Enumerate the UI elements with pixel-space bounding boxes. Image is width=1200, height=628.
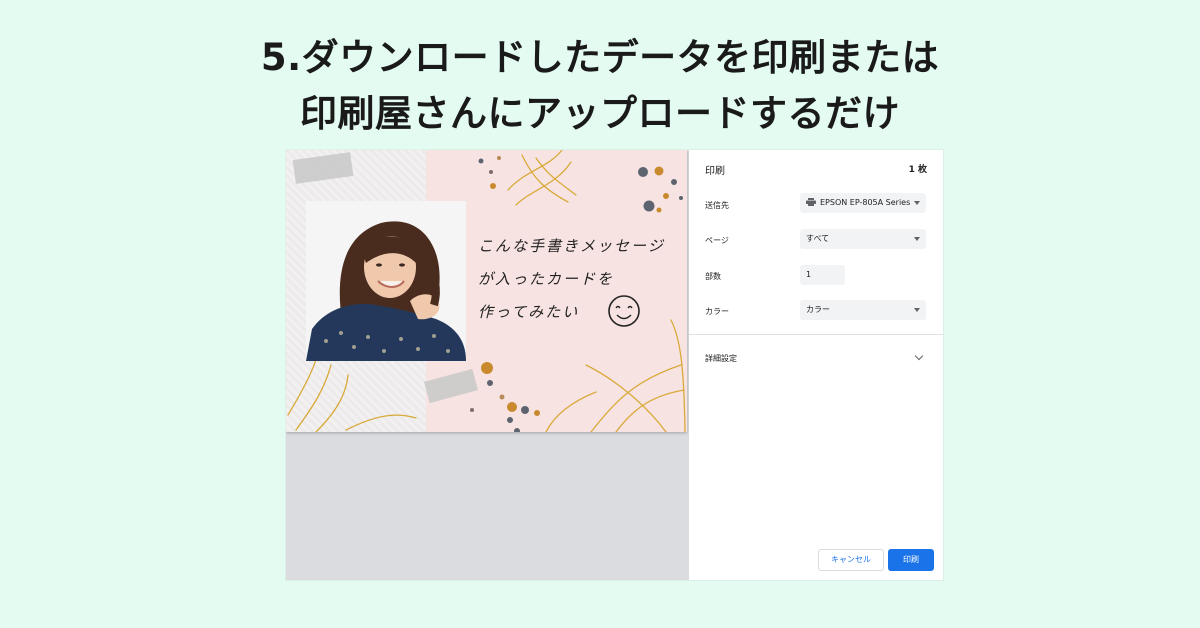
handwritten-message: こんな手書きメッセージ が入ったカードを 作ってみたい <box>478 230 678 329</box>
message-line-2: が入ったカードを <box>478 270 615 288</box>
copies-label: 部数 <box>705 272 721 281</box>
copies-input[interactable]: 1 <box>800 265 845 285</box>
chevron-down-icon <box>914 308 920 312</box>
color-value: カラー <box>806 305 830 314</box>
destination-label: 送信先 <box>705 201 729 210</box>
sheet-count: 1 枚 <box>908 165 927 175</box>
divider <box>689 334 943 335</box>
headline-line-1: 5.ダウンロードしたデータを印刷または <box>260 36 940 79</box>
more-settings-toggle[interactable]: 詳細設定 <box>705 353 737 364</box>
cancel-button[interactable]: キャンセル <box>818 549 884 571</box>
color-select[interactable]: カラー <box>800 300 926 320</box>
printer-icon <box>806 198 816 206</box>
message-line-1: こんな手書きメッセージ <box>478 237 665 255</box>
print-preview-pane: こんな手書きメッセージ が入ったカードを 作ってみたい <box>286 150 689 580</box>
pages-select[interactable]: すべて <box>800 229 926 249</box>
headline-line-2: 印刷屋さんにアップロードするだけ <box>300 92 900 135</box>
print-button[interactable]: 印刷 <box>888 549 934 571</box>
panel-title: 印刷 <box>705 166 725 177</box>
smiley-face-icon <box>608 295 640 327</box>
message-line-3: 作ってみたい <box>478 303 580 321</box>
destination-select[interactable]: EPSON EP-805A Series <box>800 193 926 213</box>
chevron-down-icon <box>914 237 920 241</box>
print-settings-panel: 印刷 1 枚 送信先 EPSON EP-805A Series ページ すべて … <box>689 150 943 580</box>
chevron-down-icon <box>914 201 920 205</box>
destination-value: EPSON EP-805A Series <box>820 198 911 207</box>
pages-value: すべて <box>806 234 830 243</box>
portrait-photo <box>306 201 466 361</box>
headline: 5.ダウンロードしたデータを印刷または 印刷屋さんにアップロードするだけ <box>0 30 1200 142</box>
chevron-down-icon[interactable] <box>914 351 924 361</box>
color-label: カラー <box>705 307 729 316</box>
card-preview: こんな手書きメッセージ が入ったカードを 作ってみたい <box>286 150 687 432</box>
print-dialog-screenshot: こんな手書きメッセージ が入ったカードを 作ってみたい 印刷 1 枚 送信先 E… <box>286 150 943 580</box>
pages-label: ページ <box>705 236 729 245</box>
